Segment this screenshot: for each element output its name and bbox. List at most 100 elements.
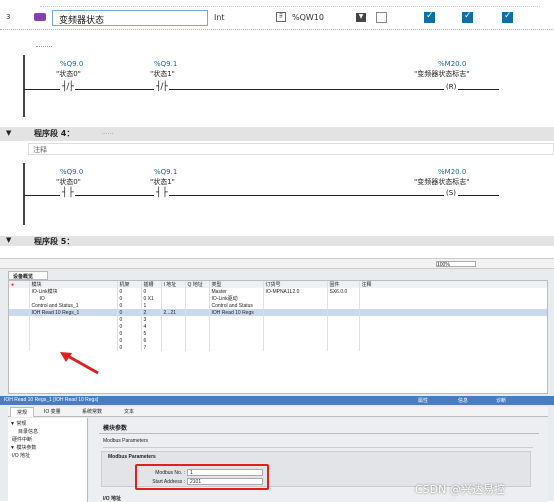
cell-q-address bbox=[185, 316, 210, 323]
cell-q-address bbox=[185, 302, 210, 309]
network4-title: 程序段 4： bbox=[34, 129, 75, 138]
cell-module bbox=[29, 316, 118, 323]
tab-properties[interactable]: 属性 bbox=[418, 397, 428, 404]
cell-rack: 0 bbox=[117, 330, 142, 337]
highlight-box bbox=[135, 464, 269, 490]
cell-comment bbox=[359, 330, 547, 337]
cell-comment bbox=[359, 323, 547, 330]
cell-firmware bbox=[327, 344, 360, 351]
tag-name-field[interactable]: 变频器状态 bbox=[52, 10, 208, 26]
contact2-label: "状态1" bbox=[150, 70, 175, 78]
no-contact-icon[interactable]: ┤ ├ bbox=[154, 188, 169, 198]
cell-slot: 4 bbox=[141, 323, 162, 330]
collapse-icon[interactable]: ▼ bbox=[6, 236, 11, 244]
header-icon: ● bbox=[9, 281, 30, 288]
tab-diagnostics[interactable]: 诊断 bbox=[496, 397, 506, 404]
tab-general[interactable]: 常规 bbox=[10, 407, 35, 417]
tab-texts[interactable]: 文本 bbox=[118, 408, 140, 415]
table-row[interactable]: 03 bbox=[9, 316, 547, 323]
table-row[interactable]: Control and Status_1 0 1 Control and Status bbox=[9, 302, 547, 309]
toolbar: 100% bbox=[0, 259, 554, 269]
cell-module bbox=[29, 323, 118, 330]
table-header: ● 模块 机架 插槽 I 地址 Q 地址 类型 订货号 固件 注释 bbox=[9, 281, 547, 288]
cell-rack: 0 bbox=[117, 288, 142, 295]
cell-slot: 3 bbox=[141, 316, 162, 323]
network4-header[interactable]: ▼ 程序段 4： ...... bbox=[0, 127, 554, 141]
cell-type: IO-Link驱动 bbox=[209, 295, 264, 302]
dropdown-arrow-icon[interactable]: ▼ bbox=[356, 13, 366, 22]
col-slot[interactable]: 插槽 bbox=[141, 281, 162, 288]
group-title: Modbus Parameters bbox=[103, 438, 149, 444]
tree-item-hw-interrupt[interactable]: 硬件中断 bbox=[8, 435, 87, 443]
tab-device-overview[interactable]: 设备概览 bbox=[8, 271, 48, 280]
col-i-address[interactable]: I 地址 bbox=[161, 281, 186, 288]
col-firmware[interactable]: 固件 bbox=[327, 281, 360, 288]
set-coil-icon[interactable]: (S) bbox=[444, 189, 458, 197]
network4-title-dots: ...... bbox=[102, 129, 114, 136]
address-icon[interactable]: ⠿ bbox=[276, 12, 286, 22]
cell-order-number bbox=[263, 302, 328, 309]
table-row[interactable]: IO 0 0 X1 IO-Link驱动 bbox=[9, 295, 547, 302]
col-rack[interactable]: 机架 bbox=[117, 281, 142, 288]
reset-coil-icon[interactable]: (R) bbox=[444, 83, 459, 91]
table-row[interactable]: IOH Read 10 Regs_1 0 2 2...21 IOH Read 10 Re… bbox=[9, 309, 547, 316]
cell-rack: 0 bbox=[117, 337, 142, 344]
comment-box[interactable]: 注释 bbox=[28, 143, 554, 155]
device-config-window: 100% 设备概览 ● 模块 机架 插槽 I 地址 Q 地址 类型 订货号 固件… bbox=[0, 258, 554, 502]
tag-address[interactable]: %QW10 bbox=[292, 13, 324, 22]
table-row[interactable]: 06 bbox=[9, 337, 547, 344]
cell-type bbox=[209, 330, 264, 337]
tag-type[interactable]: Int bbox=[214, 13, 225, 22]
tag-table-row[interactable]: 3 变频器状态 Int ⠿ %QW10 ▼ bbox=[0, 8, 554, 30]
nc-contact-icon[interactable]: ┤/├ bbox=[60, 82, 75, 92]
network5-title: 程序段 5： bbox=[34, 237, 75, 246]
cell-q-address bbox=[185, 323, 210, 330]
no-contact-icon[interactable]: ┤ ├ bbox=[60, 188, 75, 198]
cell-rack: 0 bbox=[117, 309, 142, 316]
cell-order-number: IO-MPNA1L2.0 bbox=[263, 288, 328, 295]
table-row[interactable]: 07 bbox=[9, 344, 547, 351]
cell-q-address bbox=[185, 337, 210, 344]
table-row[interactable]: 04 bbox=[9, 323, 547, 330]
checkbox-writable[interactable] bbox=[462, 11, 473, 23]
cell-i-address bbox=[161, 302, 186, 309]
checkbox-retain[interactable] bbox=[376, 12, 387, 23]
power-rail bbox=[23, 163, 25, 225]
col-type[interactable]: 类型 bbox=[209, 281, 264, 288]
tree-item-module-params[interactable]: ▼ 模块参数 bbox=[8, 443, 87, 451]
tree-item-general[interactable]: ▼ 常规 bbox=[8, 418, 87, 427]
col-order-number[interactable]: 订货号 bbox=[263, 281, 328, 288]
cell-rack: 0 bbox=[117, 295, 142, 302]
coil-label: "变频器状态标志" bbox=[414, 70, 470, 78]
cell-order-number bbox=[263, 309, 328, 316]
checkbox-visible[interactable] bbox=[502, 11, 513, 23]
divider bbox=[99, 433, 539, 434]
col-module[interactable]: 模块 bbox=[29, 281, 118, 288]
cell-type bbox=[209, 323, 264, 330]
section-title: 模块参数 bbox=[103, 426, 128, 432]
tab-io-tags[interactable]: IO 变量 bbox=[38, 408, 67, 415]
table-row[interactable]: 05 bbox=[9, 330, 547, 337]
col-comment[interactable]: 注释 bbox=[359, 281, 547, 288]
table-row[interactable]: IO-Link模块 0 0 Master IO-MPNA1L2.0 SX6.0.0 bbox=[9, 288, 547, 295]
cell-type bbox=[209, 344, 264, 351]
network5-header[interactable]: ▼ 程序段 5： bbox=[0, 236, 554, 246]
cell-firmware bbox=[327, 295, 360, 302]
zoom-select[interactable]: 100% bbox=[436, 261, 476, 268]
separator-dots bbox=[36, 46, 52, 47]
nc-contact-icon[interactable]: ┤/├ bbox=[154, 82, 169, 92]
sub-title: Modbus Parameters bbox=[108, 454, 156, 460]
col-q-address[interactable]: Q 地址 bbox=[185, 281, 210, 288]
cell-order-number bbox=[263, 337, 328, 344]
coil-label: "变频器状态标志" bbox=[414, 178, 470, 186]
checkbox-accessible[interactable] bbox=[424, 11, 435, 23]
tree-item-io-address[interactable]: I/O 地址 bbox=[8, 451, 87, 459]
cell-slot: 7 bbox=[141, 344, 162, 351]
tab-system-constants[interactable]: 系统常数 bbox=[76, 408, 108, 415]
tab-info[interactable]: 信息 bbox=[458, 397, 468, 404]
divider bbox=[103, 447, 533, 448]
tree-item-catalog[interactable]: 目录信息 bbox=[8, 427, 87, 435]
collapse-icon[interactable]: ▼ bbox=[6, 129, 11, 137]
contact1-label: "状态0" bbox=[56, 70, 81, 78]
cell-comment bbox=[359, 302, 547, 309]
